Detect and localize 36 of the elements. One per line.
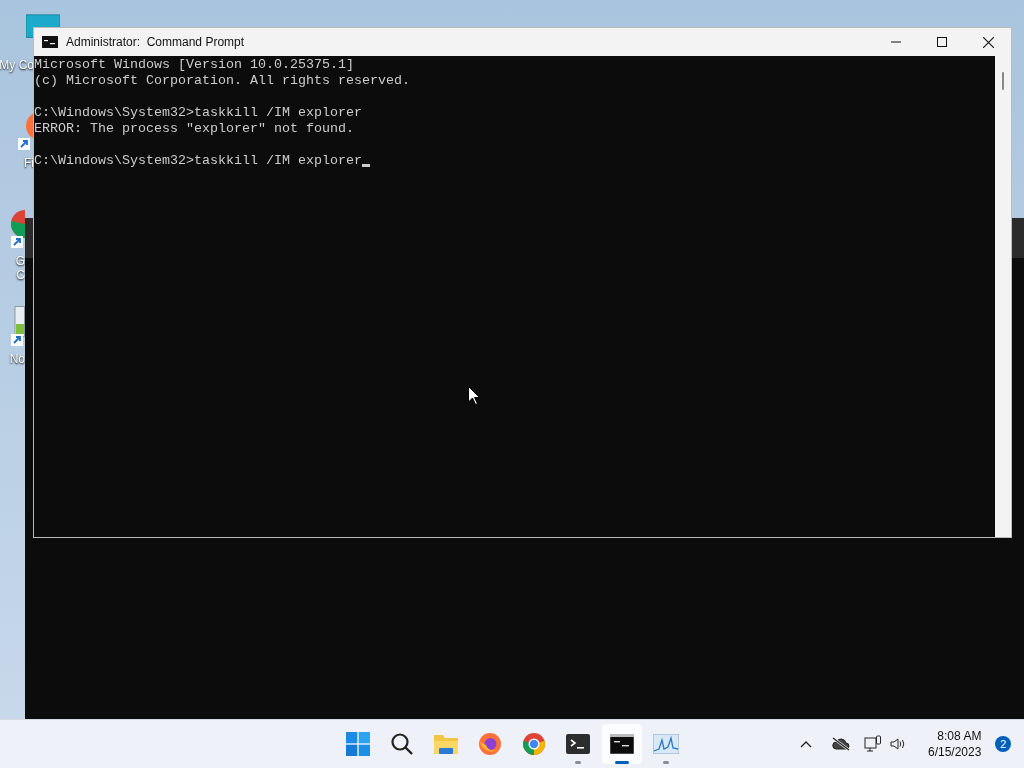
chrome-icon [522, 732, 546, 756]
desktop-icon-label[interactable]: C [16, 268, 25, 282]
search-icon [390, 732, 414, 756]
console-line: C:\Windows\System32>taskkill /IM explorer [34, 105, 362, 121]
console-line: C:\Windows\System32>taskkill /IM explorer [34, 153, 362, 169]
clock[interactable]: 8:08 AM 6/15/2023 [928, 728, 982, 760]
console-line: ERROR: The process "explorer" not found. [34, 121, 354, 137]
cloud-off-icon[interactable] [832, 737, 850, 751]
console-line: Microsoft Windows [Version 10.0.25375.1] [34, 57, 354, 73]
taskbar-app-button[interactable] [602, 724, 642, 764]
scrollbar-thumb[interactable] [1002, 72, 1004, 90]
notepad-shortcut-icon [11, 306, 25, 346]
mouse-pointer-icon [468, 386, 480, 405]
chrome-shortcut-icon [11, 208, 25, 248]
close-icon [982, 36, 994, 48]
console-line: (c) Microsoft Corporation. All rights reserved. [34, 73, 410, 89]
firefox-icon [478, 732, 502, 756]
windows-logo-icon [346, 732, 370, 756]
notification-badge[interactable]: 2 [995, 736, 1012, 752]
folder-icon [433, 732, 459, 756]
maximize-icon [937, 37, 947, 47]
desktop-icon-label[interactable]: No [9, 352, 25, 366]
performance-chart-icon [653, 734, 679, 754]
command-prompt-icon [42, 36, 58, 48]
command-prompt-icon [610, 734, 634, 754]
desktop-icon-label[interactable]: Fi [24, 156, 34, 170]
chevron-up-icon[interactable] [800, 740, 812, 748]
window-title: Administrator: Command Prompt [66, 35, 245, 49]
clock-date: 6/15/2023 [928, 744, 982, 760]
clock-time: 8:08 AM [937, 728, 982, 744]
volume-icon[interactable] [890, 737, 906, 751]
terminal-icon [566, 734, 590, 754]
desktop-icon-label[interactable]: G [15, 254, 25, 268]
desktop-icon-label[interactable]: My Co [0, 58, 34, 72]
minimize-icon [891, 41, 901, 43]
network-icon[interactable] [864, 735, 882, 753]
